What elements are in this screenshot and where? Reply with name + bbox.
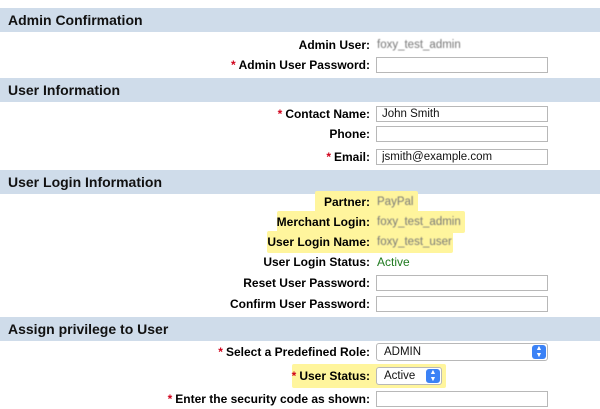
required-marker: * bbox=[291, 369, 297, 383]
user-status-selected-value: Active bbox=[384, 370, 416, 382]
section-header-user-login-information: User Login Information bbox=[0, 170, 600, 194]
required-marker: * bbox=[230, 58, 236, 72]
user-status-label-text: User Status: bbox=[299, 369, 370, 383]
partner-value: PayPal bbox=[377, 196, 414, 208]
required-marker: * bbox=[277, 107, 283, 121]
predefined-role-label-text: Select a Predefined Role: bbox=[225, 345, 370, 359]
row-security-code: * Enter the security code as shown: bbox=[0, 389, 600, 409]
security-code-label: * Enter the security code as shown: bbox=[168, 389, 370, 409]
admin-user-value: foxy_test_admin bbox=[377, 39, 461, 51]
user-login-status-value: Active bbox=[377, 255, 410, 269]
reset-password-label: Reset User Password: bbox=[243, 276, 370, 290]
user-login-name-label: User Login Name: bbox=[267, 235, 370, 249]
email-input[interactable] bbox=[376, 149, 548, 165]
admin-password-input[interactable] bbox=[376, 57, 548, 73]
required-marker: * bbox=[326, 150, 331, 164]
user-login-status-label: User Login Status: bbox=[263, 255, 370, 269]
email-label-text: Email: bbox=[333, 150, 370, 164]
row-reset-password: Reset User Password: bbox=[0, 273, 600, 293]
security-code-input[interactable] bbox=[376, 391, 548, 407]
row-contact-name: * Contact Name: bbox=[0, 104, 600, 124]
admin-user-label: Admin User: bbox=[298, 38, 370, 52]
phone-input[interactable] bbox=[376, 126, 548, 142]
up-down-chevron-icon: ▲ ▼ bbox=[426, 369, 440, 383]
merchant-login-value: foxy_test_admin bbox=[377, 216, 461, 228]
required-marker: * bbox=[218, 345, 223, 359]
row-admin-user: Admin User: foxy_test_admin bbox=[0, 35, 600, 55]
merchant-login-label: Merchant Login: bbox=[276, 215, 370, 229]
row-merchant-login: Merchant Login: foxy_test_admin bbox=[0, 211, 600, 233]
user-status-label: * User Status: bbox=[292, 366, 370, 386]
user-login-name-value: foxy_test_user bbox=[377, 236, 452, 248]
admin-password-label-text: Admin User Password: bbox=[238, 58, 370, 72]
row-email: * Email: bbox=[0, 147, 600, 167]
partner-label: Partner: bbox=[323, 195, 370, 209]
row-admin-password: * Admin User Password: bbox=[0, 55, 600, 75]
row-user-login-status: User Login Status: Active bbox=[0, 252, 600, 272]
contact-name-input[interactable] bbox=[376, 106, 548, 122]
predefined-role-select[interactable]: ADMIN ▲ ▼ bbox=[376, 343, 548, 361]
admin-password-label: * Admin User Password: bbox=[231, 55, 370, 75]
section-header-assign-privilege: Assign privilege to User bbox=[0, 317, 600, 341]
row-predefined-role: * Select a Predefined Role: ADMIN ▲ ▼ bbox=[0, 342, 600, 362]
up-down-chevron-icon: ▲ ▼ bbox=[532, 345, 546, 359]
predefined-role-selected-value: ADMIN bbox=[384, 346, 422, 358]
section-header-admin-confirmation: Admin Confirmation bbox=[0, 8, 600, 32]
row-partner: Partner: PayPal bbox=[0, 191, 600, 213]
row-confirm-password: Confirm User Password: bbox=[0, 294, 600, 314]
phone-label: Phone: bbox=[329, 127, 370, 141]
contact-name-label: * Contact Name: bbox=[278, 104, 370, 124]
required-marker: * bbox=[167, 392, 173, 406]
row-user-login-name: User Login Name: foxy_test_user bbox=[0, 231, 600, 253]
confirm-password-label: Confirm User Password: bbox=[229, 297, 370, 311]
row-user-status: * User Status: Active ▲ ▼ bbox=[0, 364, 600, 388]
user-status-select[interactable]: Active ▲ ▼ bbox=[376, 367, 442, 385]
reset-password-input[interactable] bbox=[376, 275, 548, 291]
email-label: * Email: bbox=[326, 147, 370, 167]
predefined-role-label: * Select a Predefined Role: bbox=[218, 342, 370, 362]
contact-name-label-text: Contact Name: bbox=[285, 107, 370, 121]
confirm-password-input[interactable] bbox=[376, 296, 548, 312]
row-phone: Phone: bbox=[0, 124, 600, 144]
section-header-user-information: User Information bbox=[0, 78, 600, 102]
security-code-label-text: Enter the security code as shown: bbox=[175, 392, 370, 406]
